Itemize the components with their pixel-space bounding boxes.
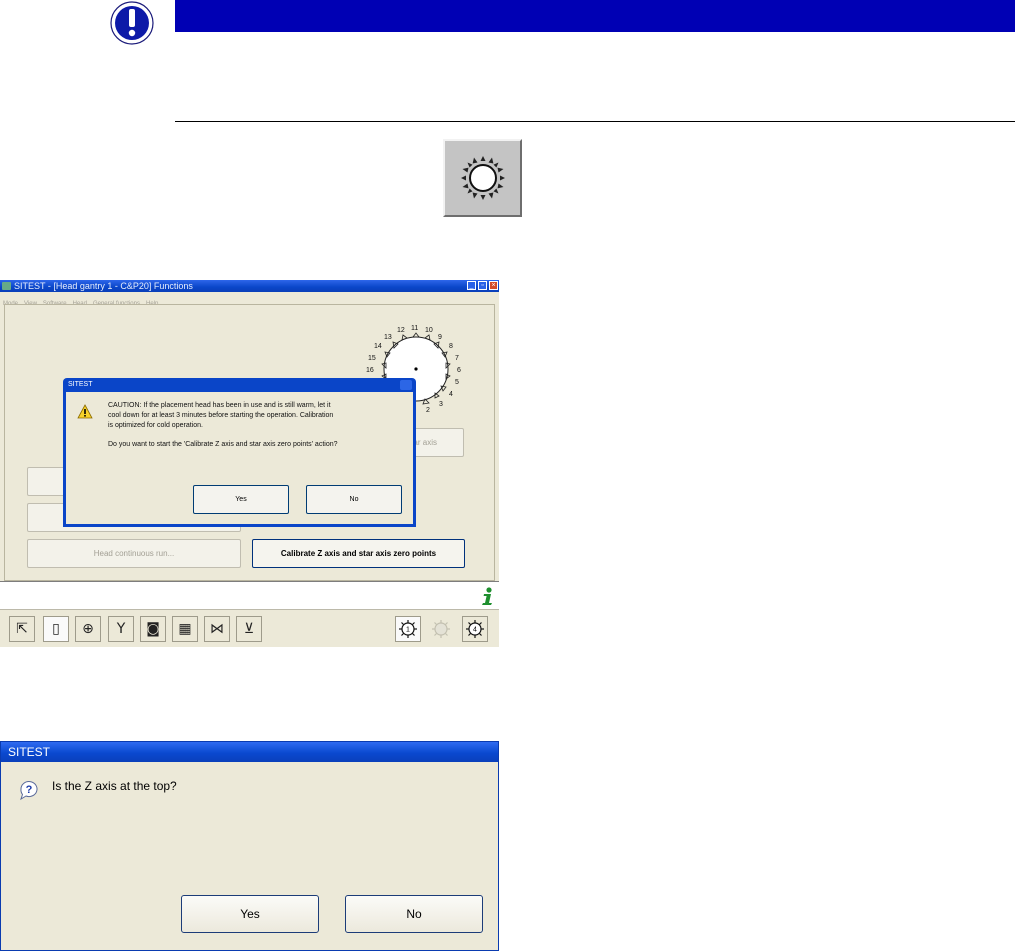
head-continuous-run-label: Head continuous run... — [93, 549, 175, 558]
exclamation-icon — [107, 0, 157, 46]
dial-label-2: 2 — [426, 407, 430, 414]
dial-label-16: 16 — [366, 367, 374, 374]
gantry-4-icon[interactable]: 4 — [462, 616, 488, 642]
dialog-question: Do you want to start the 'Calibrate Z ax… — [108, 441, 338, 448]
warning-icon — [77, 404, 93, 419]
dialog-line-3: is optimized for cold operation. — [108, 422, 203, 429]
app-icon — [2, 282, 11, 290]
dial-label-8: 8 — [449, 343, 453, 350]
camera-icon[interactable]: ◙ — [140, 616, 166, 642]
dial-label-9: 9 — [438, 334, 442, 341]
sitest-functions-window: SITEST - [Head gantry 1 - C&P20] Functio… — [0, 280, 499, 647]
dial-label-15: 15 — [368, 355, 376, 362]
close-button[interactable]: × — [489, 281, 498, 290]
yes-button[interactable]: Yes — [193, 485, 289, 514]
head-continuous-run-button[interactable]: Head continuous run... — [27, 539, 241, 568]
calibrate-z-star-label: Calibrate Z axis and star axis zero poin… — [280, 549, 437, 558]
dialog-title: SITEST — [68, 381, 93, 388]
dialog-title-bar: SITEST — [1, 742, 498, 762]
calibrate-z-star-button[interactable]: Calibrate Z axis and star axis zero poin… — [252, 539, 465, 568]
window-title: SITEST - [Head gantry 1 - C&P20] Functio… — [14, 281, 193, 291]
dial-label-11: 11 — [411, 325, 418, 332]
door-icon[interactable]: ▯ — [43, 616, 69, 642]
gear-icon — [461, 156, 505, 200]
minimize-button[interactable]: _ — [467, 281, 476, 290]
calibration-button[interactable] — [443, 139, 522, 217]
dial-label-7: 7 — [455, 355, 459, 362]
dialog-message: Is the Z axis at the top? — [52, 779, 177, 793]
dialog-line-1: CAUTION: If the placement head has been … — [108, 402, 331, 409]
caution-dialog: SITEST CAUTION: If the placement head ha… — [63, 378, 416, 527]
pointer-icon[interactable]: ⇱ — [9, 616, 35, 642]
nozzle-changer-icon[interactable]: ⋈ — [204, 616, 230, 642]
dial-label-14: 14 — [374, 343, 382, 350]
nozzle-down-icon[interactable]: ⊻ — [236, 616, 262, 642]
notice-divider — [175, 121, 1015, 122]
no-button[interactable]: No — [345, 895, 483, 933]
dialog-body: CAUTION: If the placement head has been … — [66, 392, 413, 524]
dialog-line-2: cool down for at least 3 minutes before … — [108, 412, 334, 419]
dial-label-12: 12 — [397, 327, 405, 334]
maximize-button[interactable]: ▫ — [478, 281, 487, 290]
dial-label-13: 13 — [384, 334, 392, 341]
dial-label-4: 4 — [449, 391, 453, 398]
dial-label-5: 5 — [455, 379, 459, 386]
window-title-bar: SITEST - [Head gantry 1 - C&P20] Functio… — [0, 280, 499, 292]
gantry-disabled-icon — [428, 616, 454, 642]
gantry-1-label: 1 — [406, 627, 410, 634]
toolbar: ⇱ ▯ ⊕ Y ◙ ▦ ⋈ ⊻ 1 4 — [0, 609, 499, 647]
star-axis-icon[interactable]: ⊕ — [75, 616, 101, 642]
status-bar — [0, 581, 499, 610]
no-button[interactable]: No — [306, 485, 402, 514]
gantry-1-icon[interactable]: 1 — [395, 616, 421, 642]
notice-bar — [175, 0, 1015, 32]
yes-button[interactable]: Yes — [181, 895, 319, 933]
info-icon[interactable] — [479, 587, 495, 606]
gantry-4-label: 4 — [473, 627, 477, 634]
dial-label-3: 3 — [439, 401, 443, 408]
dialog-title: SITEST — [8, 745, 51, 759]
menu-bar: ModeViewSoftwareHeadGeneral functionsHel… — [0, 292, 499, 307]
dialog-close-button[interactable] — [400, 380, 412, 390]
svg-text:?: ? — [26, 784, 33, 796]
gripper-icon[interactable]: Y — [108, 616, 134, 642]
question-icon: ? — [20, 781, 38, 801]
grid-icon[interactable]: ▦ — [172, 616, 198, 642]
dial-label-6: 6 — [457, 367, 461, 374]
z-axis-question-dialog: SITEST ? Is the Z axis at the top? Yes N… — [0, 741, 499, 951]
dial-label-10: 10 — [425, 327, 433, 334]
